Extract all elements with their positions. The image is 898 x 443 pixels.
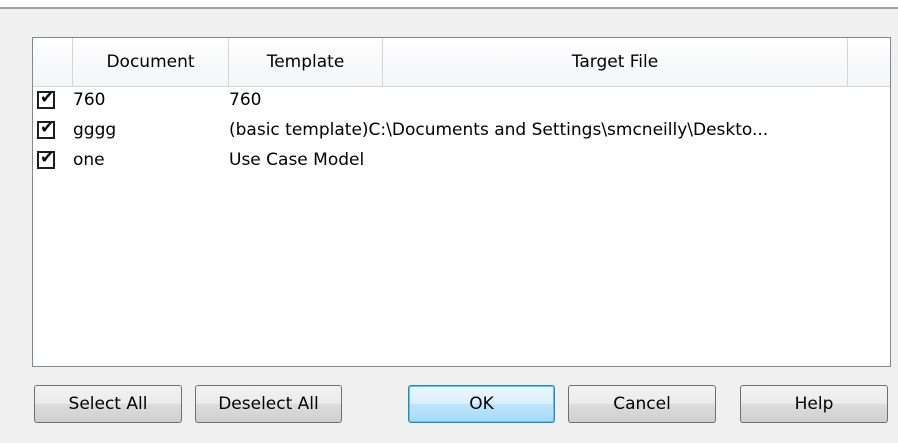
help-button[interactable]: Help <box>740 385 888 423</box>
row-template: (basic template)C:\Documents and Setting… <box>229 120 769 140</box>
row-document: gggg <box>73 120 117 140</box>
list-row[interactable]: ✔ one Use Case Model <box>33 148 890 176</box>
deselect-all-button[interactable]: Deselect All <box>195 385 342 423</box>
row-template: 760 <box>229 90 262 110</box>
list-row[interactable]: ✔ 760 760 <box>33 88 890 116</box>
row-template: Use Case Model <box>229 150 365 170</box>
select-all-button[interactable]: Select All <box>34 385 182 423</box>
document-list[interactable]: Document Template Target File ✔ 760 760 … <box>32 37 891 367</box>
row-checkbox[interactable]: ✔ <box>37 148 55 169</box>
column-header-template[interactable]: Template <box>229 38 383 86</box>
list-header: Document Template Target File <box>33 38 890 87</box>
checkmark-icon: ✔ <box>40 88 55 108</box>
cancel-button[interactable]: Cancel <box>568 385 716 423</box>
checkmark-icon: ✔ <box>40 148 55 168</box>
column-header-filler <box>848 38 890 86</box>
column-header-target-file[interactable]: Target File <box>383 38 848 86</box>
list-row[interactable]: ✔ gggg (basic template)C:\Documents and … <box>33 118 890 146</box>
column-header-check[interactable] <box>33 38 73 86</box>
row-document: 760 <box>73 90 106 110</box>
row-checkbox[interactable]: ✔ <box>37 88 55 109</box>
ok-button[interactable]: OK <box>408 385 555 423</box>
row-checkbox[interactable]: ✔ <box>37 118 55 139</box>
checkmark-icon: ✔ <box>40 118 55 138</box>
row-document: one <box>73 150 105 170</box>
top-separator <box>0 0 898 9</box>
column-header-document[interactable]: Document <box>73 38 229 86</box>
